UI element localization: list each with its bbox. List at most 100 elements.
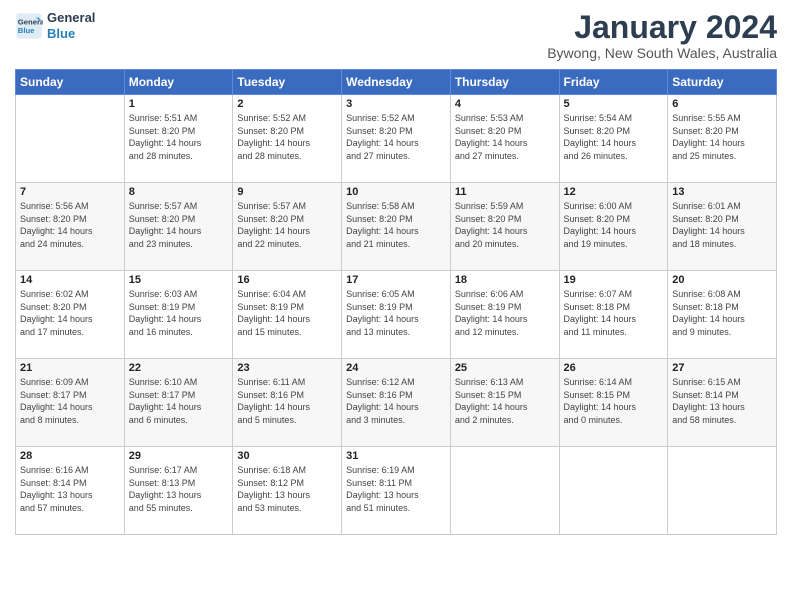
day-header-thursday: Thursday — [450, 70, 559, 95]
calendar-cell: 17Sunrise: 6:05 AM Sunset: 8:19 PM Dayli… — [342, 271, 451, 359]
day-number: 12 — [564, 186, 664, 198]
calendar-cell: 11 Sunrise: 5:59 AM Sunset: 8:20 PM Dayli… — [450, 183, 559, 271]
day-info: Sunrise: 6:04 AM Sunset: 8:19 PM Dayligh… — [237, 288, 337, 338]
calendar-cell: 7 Sunrise: 5:56 AM Sunset: 8:20 PM Daylig… — [16, 183, 125, 271]
month-year-title: January 2024 — [547, 10, 777, 45]
calendar-cell: 27 Sunrise: 6:15 AM Sunset: 8:14 PM Dayli… — [668, 359, 777, 447]
day-header-monday: Monday — [124, 70, 233, 95]
day-info: Sunrise: 5:57 AM Sunset: 8:20 PM Dayligh… — [129, 200, 229, 250]
calendar-cell: 5 Sunrise: 5:54 AM Sunset: 8:20 PM Daylig… — [559, 95, 668, 183]
day-info: Sunrise: 5:58 AM Sunset: 8:20 PM Dayligh… — [346, 200, 446, 250]
calendar-cell: 15 Sunrise: 6:03 AM Sunset: 8:19 PM Dayli… — [124, 271, 233, 359]
day-header-friday: Friday — [559, 70, 668, 95]
day-info: Sunrise: 6:12 AM Sunset: 8:16 PM Dayligh… — [346, 376, 446, 426]
day-info: Sunrise: 6:03 AM Sunset: 8:19 PM Dayligh… — [129, 288, 229, 338]
calendar-cell: 28 Sunrise: 6:16 AM Sunset: 8:14 PM Dayli… — [16, 447, 125, 535]
day-info: Sunrise: 6:02 AM Sunset: 8:20 PM Dayligh… — [20, 288, 120, 338]
logo: General Blue General Blue — [15, 10, 95, 41]
calendar-cell — [450, 447, 559, 535]
day-number: 26 — [564, 362, 664, 374]
day-number: 31 — [346, 450, 446, 462]
location-subtitle: Bywong, New South Wales, Australia — [547, 45, 777, 61]
day-info: Sunrise: 6:16 AM Sunset: 8:14 PM Dayligh… — [20, 464, 120, 514]
day-info: Sunrise: 5:52 AM Sunset: 8:20 PM Dayligh… — [346, 112, 446, 162]
logo-icon: General Blue — [15, 12, 43, 40]
calendar-cell: 23 Sunrise: 6:11 AM Sunset: 8:16 PM Dayli… — [233, 359, 342, 447]
calendar-cell — [16, 95, 125, 183]
day-number: 2 — [237, 98, 337, 110]
day-header-saturday: Saturday — [668, 70, 777, 95]
calendar-cell — [559, 447, 668, 535]
day-info: Sunrise: 6:19 AM Sunset: 8:11 PM Dayligh… — [346, 464, 446, 514]
day-number: 24 — [346, 362, 446, 374]
calendar-week-row: 28 Sunrise: 6:16 AM Sunset: 8:14 PM Dayli… — [16, 447, 777, 535]
day-info: Sunrise: 6:07 AM Sunset: 8:18 PM Dayligh… — [564, 288, 664, 338]
calendar-cell: 9Sunrise: 5:57 AM Sunset: 8:20 PM Daylig… — [233, 183, 342, 271]
day-number: 10 — [346, 186, 446, 198]
calendar-cell: 24 Sunrise: 6:12 AM Sunset: 8:16 PM Dayli… — [342, 359, 451, 447]
day-number: 25 — [455, 362, 555, 374]
calendar-cell: 29 Sunrise: 6:17 AM Sunset: 8:13 PM Dayli… — [124, 447, 233, 535]
day-info: Sunrise: 6:15 AM Sunset: 8:14 PM Dayligh… — [672, 376, 772, 426]
day-info: Sunrise: 5:54 AM Sunset: 8:20 PM Dayligh… — [564, 112, 664, 162]
calendar-cell: 18 Sunrise: 6:06 AM Sunset: 8:19 PM Dayli… — [450, 271, 559, 359]
day-info: Sunrise: 6:09 AM Sunset: 8:17 PM Dayligh… — [20, 376, 120, 426]
day-number: 18 — [455, 274, 555, 286]
day-info: Sunrise: 6:00 AM Sunset: 8:20 PM Dayligh… — [564, 200, 664, 250]
day-number: 1 — [129, 98, 229, 110]
day-number: 16 — [237, 274, 337, 286]
calendar-cell: 4Sunrise: 5:53 AM Sunset: 8:20 PM Daylig… — [450, 95, 559, 183]
day-info: Sunrise: 6:18 AM Sunset: 8:12 PM Dayligh… — [237, 464, 337, 514]
day-info: Sunrise: 6:10 AM Sunset: 8:17 PM Dayligh… — [129, 376, 229, 426]
day-info: Sunrise: 5:59 AM Sunset: 8:20 PM Dayligh… — [455, 200, 555, 250]
day-number: 4 — [455, 98, 555, 110]
logo-line2: Blue — [47, 26, 95, 42]
day-number: 15 — [129, 274, 229, 286]
day-number: 21 — [20, 362, 120, 374]
day-info: Sunrise: 6:01 AM Sunset: 8:20 PM Dayligh… — [672, 200, 772, 250]
day-number: 27 — [672, 362, 772, 374]
calendar-cell: 12 Sunrise: 6:00 AM Sunset: 8:20 PM Dayli… — [559, 183, 668, 271]
day-info: Sunrise: 6:08 AM Sunset: 8:18 PM Dayligh… — [672, 288, 772, 338]
logo-line1: General — [47, 10, 95, 25]
header: General Blue General Blue January 2024 B… — [15, 10, 777, 61]
day-info: Sunrise: 6:13 AM Sunset: 8:15 PM Dayligh… — [455, 376, 555, 426]
day-info: Sunrise: 6:11 AM Sunset: 8:16 PM Dayligh… — [237, 376, 337, 426]
day-header-wednesday: Wednesday — [342, 70, 451, 95]
day-number: 7 — [20, 186, 120, 198]
day-info: Sunrise: 5:56 AM Sunset: 8:20 PM Dayligh… — [20, 200, 120, 250]
day-number: 29 — [129, 450, 229, 462]
calendar-cell — [668, 447, 777, 535]
calendar-cell: 2 Sunrise: 5:52 AM Sunset: 8:20 PM Daylig… — [233, 95, 342, 183]
day-number: 14 — [20, 274, 120, 286]
day-header-tuesday: Tuesday — [233, 70, 342, 95]
calendar-week-row: 14 Sunrise: 6:02 AM Sunset: 8:20 PM Dayli… — [16, 271, 777, 359]
day-number: 28 — [20, 450, 120, 462]
calendar-cell: 16 Sunrise: 6:04 AM Sunset: 8:19 PM Dayli… — [233, 271, 342, 359]
day-number: 20 — [672, 274, 772, 286]
day-number: 3 — [346, 98, 446, 110]
day-info: Sunrise: 6:14 AM Sunset: 8:15 PM Dayligh… — [564, 376, 664, 426]
calendar-cell: 20 Sunrise: 6:08 AM Sunset: 8:18 PM Dayli… — [668, 271, 777, 359]
calendar-cell: 14 Sunrise: 6:02 AM Sunset: 8:20 PM Dayli… — [16, 271, 125, 359]
calendar-cell: 22 Sunrise: 6:10 AM Sunset: 8:17 PM Dayli… — [124, 359, 233, 447]
day-info: Sunrise: 5:55 AM Sunset: 8:20 PM Dayligh… — [672, 112, 772, 162]
calendar-week-row: 7 Sunrise: 5:56 AM Sunset: 8:20 PM Daylig… — [16, 183, 777, 271]
title-block: January 2024 Bywong, New South Wales, Au… — [547, 10, 777, 61]
calendar-cell: 25 Sunrise: 6:13 AM Sunset: 8:15 PM Dayli… — [450, 359, 559, 447]
day-info: Sunrise: 6:05 AM Sunset: 8:19 PM Dayligh… — [346, 288, 446, 338]
day-number: 11 — [455, 186, 555, 198]
page: General Blue General Blue January 2024 B… — [0, 0, 792, 612]
calendar-header-row: SundayMondayTuesdayWednesdayThursdayFrid… — [16, 70, 777, 95]
day-info: Sunrise: 6:17 AM Sunset: 8:13 PM Dayligh… — [129, 464, 229, 514]
day-info: Sunrise: 6:06 AM Sunset: 8:19 PM Dayligh… — [455, 288, 555, 338]
day-number: 23 — [237, 362, 337, 374]
day-number: 30 — [237, 450, 337, 462]
day-info: Sunrise: 5:52 AM Sunset: 8:20 PM Dayligh… — [237, 112, 337, 162]
day-number: 22 — [129, 362, 229, 374]
calendar-cell: 21 Sunrise: 6:09 AM Sunset: 8:17 PM Dayli… — [16, 359, 125, 447]
calendar-cell: 19Sunrise: 6:07 AM Sunset: 8:18 PM Dayli… — [559, 271, 668, 359]
calendar-cell: 31 Sunrise: 6:19 AM Sunset: 8:11 PM Dayli… — [342, 447, 451, 535]
calendar-cell: 3 Sunrise: 5:52 AM Sunset: 8:20 PM Daylig… — [342, 95, 451, 183]
day-number: 5 — [564, 98, 664, 110]
